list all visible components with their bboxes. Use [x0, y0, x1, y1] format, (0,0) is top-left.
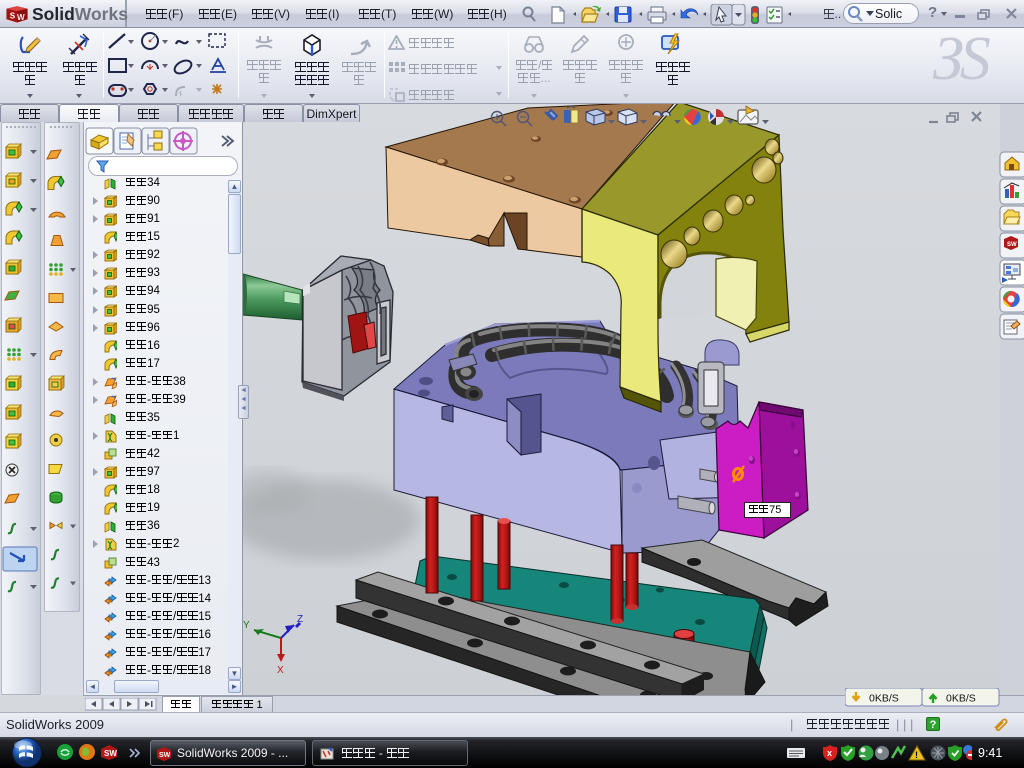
svg-text:0KB/S: 0KB/S [869, 693, 899, 705]
svg-text:X: X [277, 665, 284, 676]
svg-text:!: ! [915, 750, 918, 760]
svg-text:x: x [827, 748, 832, 758]
svg-text:S: S [10, 11, 16, 20]
svg-text:SW: SW [104, 749, 117, 758]
svg-text:Y: Y [243, 620, 250, 631]
svg-text:0KB/S: 0KB/S [946, 693, 976, 705]
svg-text:Z: Z [297, 614, 303, 625]
svg-text:W: W [17, 13, 25, 22]
svg-text:SW: SW [1007, 242, 1017, 248]
svg-text:SW: SW [159, 752, 171, 759]
